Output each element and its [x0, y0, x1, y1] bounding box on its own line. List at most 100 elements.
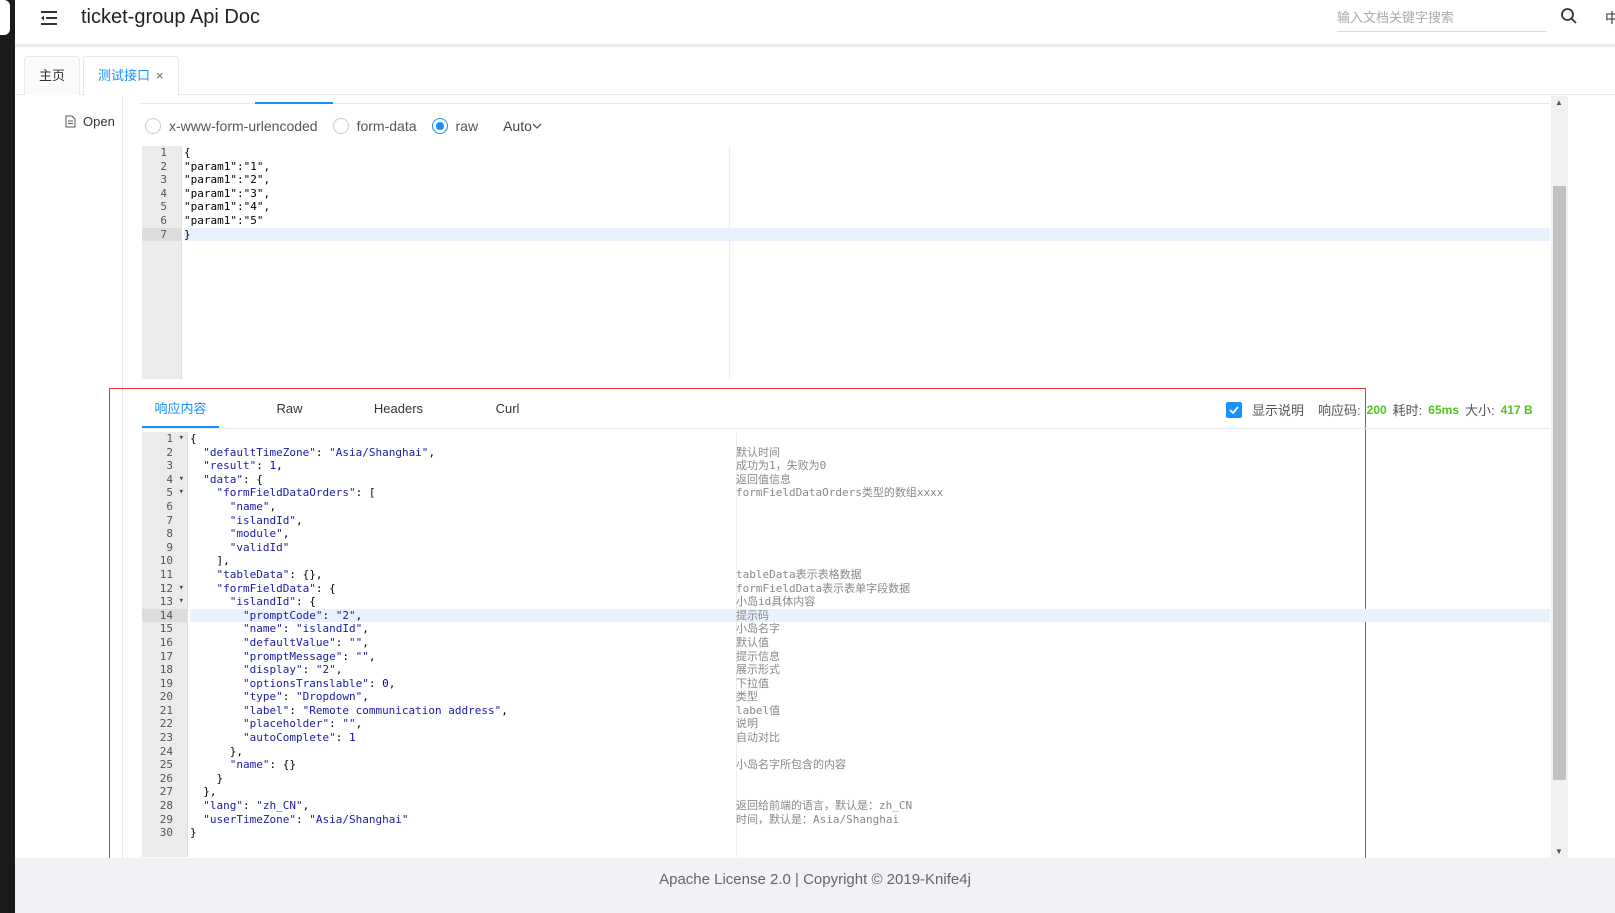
- request-tab-indicator: [255, 102, 333, 104]
- line-number: 4: [160, 186, 167, 200]
- open-button[interactable]: Open: [65, 114, 115, 129]
- vertical-scrollbar[interactable]: ▲ ▼: [1551, 96, 1568, 858]
- response-field-descriptions: 默认时间 成功为1，失败为0 返回值信息 formFieldDataOrders类型的…: [736, 432, 943, 840]
- time-label: 耗时:: [1392, 403, 1423, 418]
- line-number[interactable]: 4: [142, 473, 187, 487]
- show-description-label: 显示说明: [1252, 403, 1305, 418]
- line-number: 18: [159, 663, 173, 677]
- scrollbar-thumb[interactable]: [1553, 186, 1566, 780]
- tab-bar: 主页 测试接口 ×: [15, 50, 1615, 96]
- field-description: tableData表示表格数据: [736, 567, 862, 581]
- line-number: [142, 364, 181, 378]
- line-number: [142, 268, 181, 282]
- line-number[interactable]: 13: [142, 595, 187, 609]
- tab-headers[interactable]: Headers: [344, 398, 453, 428]
- field-description: 默认时间: [736, 445, 780, 459]
- line-number: 5: [160, 200, 167, 214]
- open-label: Open: [83, 114, 115, 129]
- line-number[interactable]: 5: [142, 486, 187, 500]
- field-description: [736, 554, 943, 568]
- scroll-up-icon[interactable]: ▲: [1555, 98, 1563, 107]
- top-header: ticket-group Api Doc 中: [15, 0, 1615, 47]
- field-description: 小岛id具体内容: [736, 595, 816, 609]
- footer: Apache License 2.0 | Copyright © 2019-Kn…: [15, 858, 1615, 913]
- radio-form-data-label: form-data: [356, 118, 417, 134]
- request-editor-gutter: 1234567: [142, 146, 182, 379]
- time-value: 65ms: [1428, 402, 1459, 417]
- field-description: [736, 541, 943, 555]
- line-number: 16: [159, 635, 173, 649]
- field-description: 类型: [736, 690, 758, 704]
- line-number: 21: [159, 703, 173, 717]
- field-description: [736, 500, 943, 514]
- request-tabs-divider: [140, 103, 1550, 104]
- field-description: 小岛名字所包含的内容: [736, 758, 846, 772]
- tab-raw[interactable]: Raw: [235, 398, 344, 428]
- line-number: 11: [159, 567, 173, 581]
- left-panel: Open: [15, 96, 122, 885]
- request-body-editor[interactable]: 1234567 {"param1":"1", "param1":"2", "para…: [142, 146, 1550, 379]
- line-number: 17: [159, 649, 173, 663]
- radio-raw-label: raw: [455, 118, 479, 134]
- line-number: [142, 350, 181, 364]
- format-select[interactable]: Auto: [503, 118, 542, 134]
- line-number: [142, 241, 181, 255]
- line-number: 29: [159, 812, 173, 826]
- window-edge-chip: [0, 0, 10, 35]
- line-number: 8: [166, 527, 173, 541]
- line-number: 14: [142, 608, 187, 623]
- field-description: 小岛名字: [736, 622, 780, 636]
- line-number: [142, 255, 181, 269]
- line-number: 3: [160, 173, 167, 187]
- field-description: 默认值: [736, 635, 769, 649]
- line-number[interactable]: 12: [142, 582, 187, 596]
- field-description: [736, 514, 943, 528]
- field-description: [736, 826, 943, 840]
- radio-circle[interactable]: [145, 118, 161, 134]
- field-description: 返回值信息: [736, 472, 791, 486]
- code-line: {: [184, 146, 191, 159]
- line-number: [142, 323, 181, 337]
- code-line: "param1":"4",: [184, 200, 271, 214]
- line-number: [142, 296, 181, 310]
- show-description-checkbox[interactable]: [1226, 401, 1242, 418]
- search-input[interactable]: [1337, 4, 1547, 32]
- field-description: 时间，默认是：Asia/Shanghai: [736, 812, 900, 826]
- line-number: 27: [159, 785, 173, 799]
- field-description: 说明: [736, 717, 758, 731]
- language-toggle[interactable]: 中: [1605, 8, 1615, 28]
- tab-test-api[interactable]: 测试接口 ×: [83, 56, 179, 96]
- response-tabs-divider: [142, 428, 1550, 429]
- tab-close-icon[interactable]: ×: [156, 68, 164, 83]
- status-code-label: 响应码:: [1318, 403, 1361, 418]
- field-description: [736, 772, 943, 786]
- code-line: "param1":"2",: [184, 173, 271, 187]
- menu-collapse-icon[interactable]: [39, 8, 59, 28]
- radio-urlencoded[interactable]: x-www-form-urlencoded: [145, 118, 318, 134]
- field-description: 下拉值: [736, 676, 769, 690]
- search-icon[interactable]: [1560, 7, 1578, 25]
- line-number[interactable]: 1: [142, 432, 187, 446]
- radio-circle[interactable]: [431, 118, 448, 134]
- line-number: 2: [160, 159, 167, 173]
- scroll-down-icon[interactable]: ▼: [1555, 847, 1563, 856]
- radio-raw[interactable]: raw: [431, 118, 479, 134]
- field-description: formFieldData表示表单字段数据: [736, 581, 911, 595]
- request-editor-code[interactable]: {"param1":"1", "param1":"2", "param1":"3",…: [184, 146, 1550, 242]
- body-type-group: x-www-form-urlencoded form-data raw Auto: [145, 116, 542, 136]
- tab-home-label: 主页: [39, 68, 66, 83]
- radio-form-data[interactable]: form-data: [332, 118, 417, 134]
- field-description: [736, 745, 943, 759]
- response-body-editor[interactable]: 1234567891011121314151617181920212223242…: [142, 432, 1550, 857]
- tab-response-content[interactable]: 响应内容: [142, 398, 219, 428]
- line-number: 30: [159, 826, 173, 840]
- line-number: 2: [166, 445, 173, 459]
- field-description: [736, 432, 943, 446]
- tab-curl[interactable]: Curl: [453, 398, 562, 428]
- field-description: 展示形式: [736, 663, 780, 677]
- field-description: formFieldDataOrders类型的数组xxxx: [736, 486, 944, 500]
- app-title: ticket-group Api Doc: [81, 6, 260, 28]
- radio-circle[interactable]: [332, 118, 349, 134]
- tab-home[interactable]: 主页: [24, 56, 81, 95]
- size-label: 大小:: [1465, 403, 1495, 418]
